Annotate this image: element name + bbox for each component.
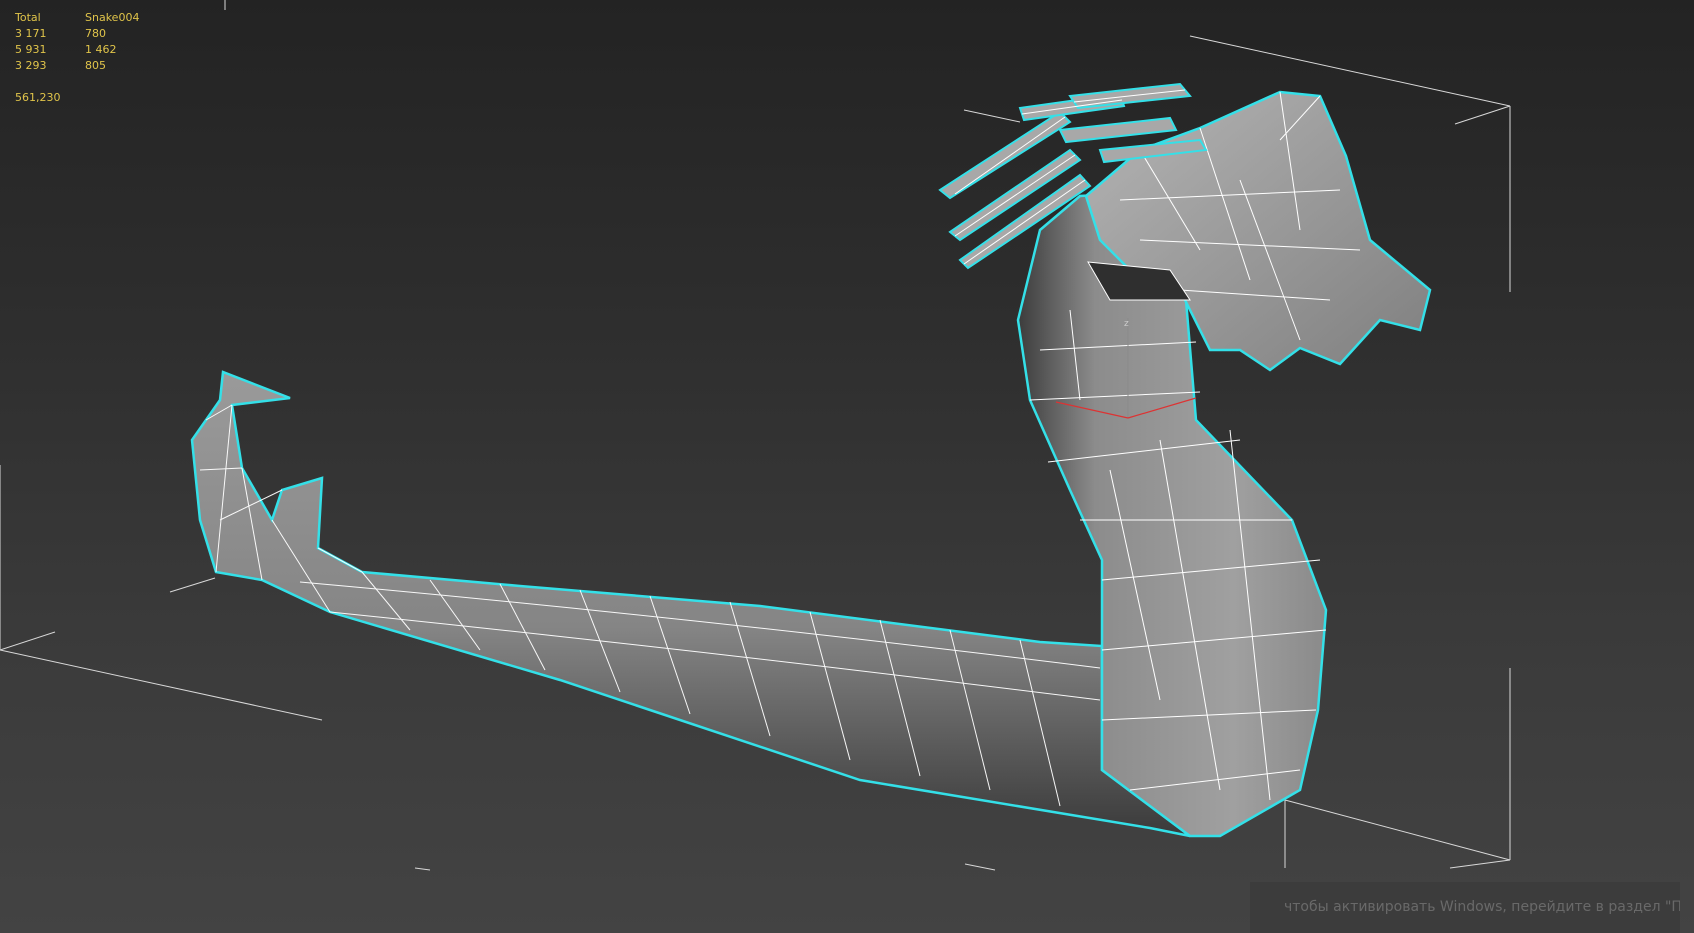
- stats-total-label: Total: [15, 11, 41, 24]
- stats-object-value: 780: [85, 27, 106, 40]
- stats-total-value: 3 171: [15, 27, 47, 40]
- windows-activation-watermark: чтобы активировать Windows, перейдите в …: [1250, 882, 1680, 933]
- stats-object-name: Snake004: [85, 11, 140, 24]
- statistics-overlay: Total Snake004 3 171 780 5 931 1 462 3 2…: [15, 10, 165, 106]
- stats-total-value: 5 931: [15, 43, 47, 56]
- stats-header-row: Total Snake004: [15, 10, 165, 26]
- stats-object-value: 1 462: [85, 43, 117, 56]
- stats-row: 3 171 780: [15, 26, 165, 42]
- stats-row: 3 293 805: [15, 58, 165, 74]
- gizmo-axis-label: z: [1124, 319, 1129, 329]
- fps-value: 561,230: [15, 91, 61, 104]
- stats-total-value: 3 293: [15, 59, 47, 72]
- snake-body[interactable]: [190, 370, 1191, 838]
- stats-object-value: 805: [85, 59, 106, 72]
- viewport-scene[interactable]: z: [0, 0, 1694, 933]
- stats-row: 5 931 1 462: [15, 42, 165, 58]
- fps-readout: 561,230: [15, 90, 165, 106]
- 3d-viewport[interactable]: z Total Snake004 3 171 780 5 931 1 462 3…: [0, 0, 1694, 933]
